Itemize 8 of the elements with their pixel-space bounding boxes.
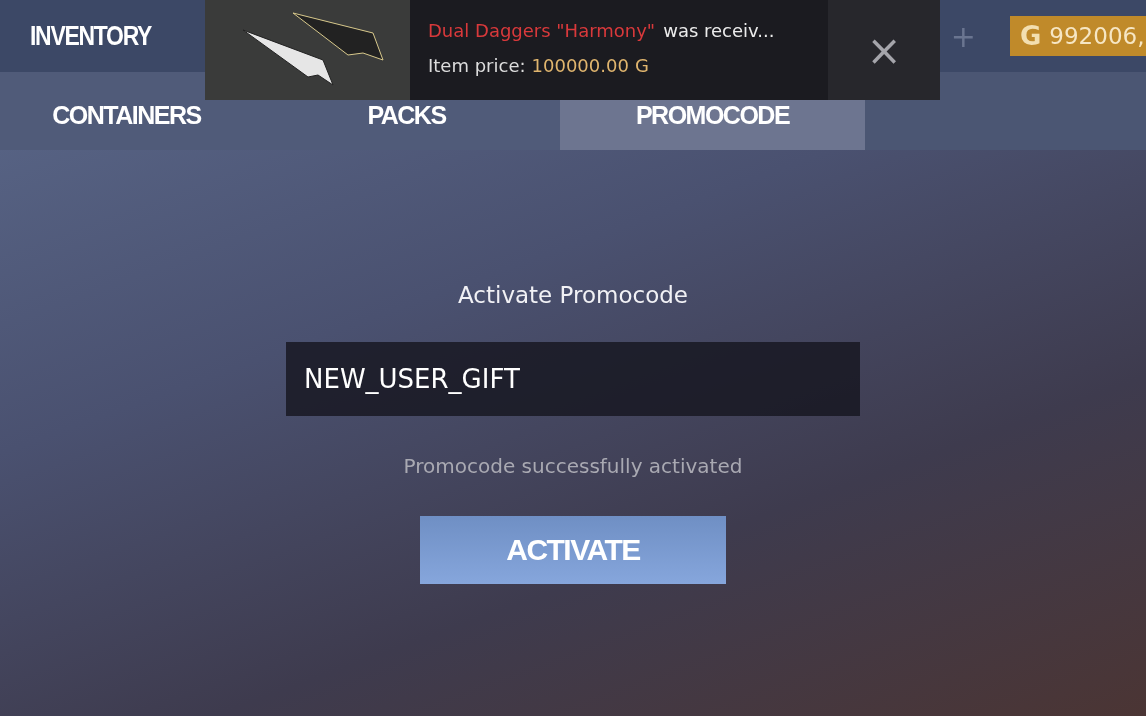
promocode-title: Activate Promocode [458,282,688,308]
notification-message: Dual Daggers "Harmony" was receiv... [428,20,776,41]
balance-badge: G 992006, [1010,16,1146,56]
close-button[interactable]: × [828,0,940,100]
status-message: Promocode successfully activated [403,454,743,478]
tab[interactable]: CONTAINERS [0,72,253,150]
inventory-title: INVENTORY [30,20,152,52]
promocode-input-field[interactable]: NEW_USER_GIFT [286,342,860,416]
